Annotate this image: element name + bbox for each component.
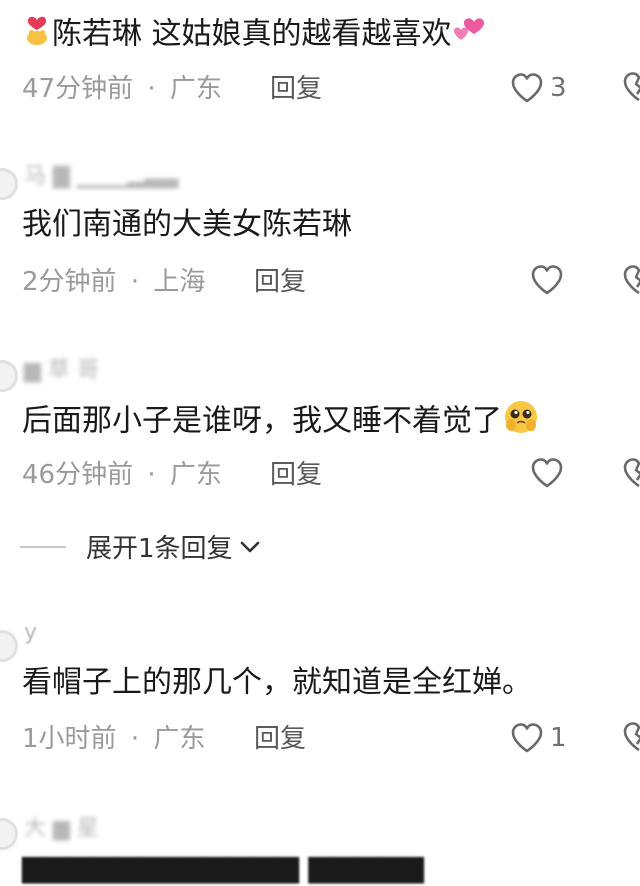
reply-button[interactable]: 回复: [254, 265, 306, 299]
avatar[interactable]: [0, 360, 18, 392]
comment-username[interactable]: ▆ 草 哥: [24, 352, 99, 384]
two-hearts-emoji: [452, 14, 486, 56]
comment-time: 46分钟前: [22, 460, 134, 490]
like-count: 3: [550, 73, 567, 103]
dislike-button[interactable]: [622, 457, 640, 493]
comment-location: 广东: [169, 460, 222, 490]
like-button[interactable]: [530, 264, 570, 296]
heart-outline-icon: [531, 265, 563, 295]
comment-meta: 47分钟前 · 广东: [22, 72, 222, 106]
chevron-down-icon: [240, 541, 259, 552]
meta-separator: ·: [130, 724, 140, 754]
dislike-button[interactable]: [622, 71, 640, 107]
expand-replies-button[interactable]: 展开1条回复: [20, 528, 263, 565]
heart-hands-emoji: [22, 14, 52, 56]
like-count: 1: [550, 723, 567, 753]
comment-username[interactable]: 马 ▇ ▁▁▁▂▃▃: [24, 158, 178, 190]
comment-meta: 46分钟前 · 广东: [22, 458, 222, 492]
dislike-button[interactable]: [622, 264, 640, 300]
expand-replies-label: 展开1条回复: [86, 534, 233, 564]
comment-text: 看帽子上的那几个，就知道是全红婵。: [22, 665, 532, 700]
broken-heart-icon: [623, 72, 640, 102]
dislike-button[interactable]: [622, 721, 640, 757]
pleading-face-emoji: [502, 398, 540, 446]
comment-text-main: 后面那小子是谁呀，我又睡不着觉了: [22, 403, 502, 439]
avatar[interactable]: [0, 168, 18, 200]
broken-heart-icon: [623, 458, 640, 488]
heart-outline-icon: [511, 73, 543, 103]
comment-username[interactable]: y: [24, 620, 37, 645]
comment-location: 上海: [153, 267, 206, 297]
reply-button[interactable]: 回复: [270, 458, 322, 492]
comment-username[interactable]: 大 ▆ 星: [24, 810, 99, 842]
avatar[interactable]: [0, 818, 18, 850]
broken-heart-icon: [623, 722, 640, 752]
comment-location: 广东: [153, 724, 206, 754]
meta-separator: ·: [147, 460, 156, 490]
comment-text-main: 陈若琳 这姑娘真的越看越喜欢: [52, 16, 452, 52]
comment-meta: 2分钟前 · 上海: [22, 265, 205, 299]
meta-separator: ·: [147, 74, 156, 104]
broken-heart-icon: [623, 265, 640, 295]
comment-text: ▆▆▆▆▆▆▆▆▆▆▆▆ ▆▆▆▆▆: [22, 849, 424, 884]
comment-text: 我们南通的大美女陈若琳: [22, 207, 352, 242]
comment-text: 陈若琳 这姑娘真的越看越喜欢: [22, 14, 486, 56]
comment-time: 47分钟前: [22, 74, 134, 104]
expand-divider: [20, 545, 66, 548]
meta-separator: ·: [130, 267, 140, 297]
comment-time: 2分钟前: [22, 267, 117, 297]
comment-location: 广东: [169, 74, 222, 104]
avatar[interactable]: [0, 630, 18, 662]
reply-button[interactable]: 回复: [270, 72, 322, 106]
like-button[interactable]: [530, 457, 570, 489]
like-button[interactable]: 3: [510, 71, 567, 105]
comment-time: 1小时前: [22, 724, 117, 754]
heart-outline-icon: [531, 458, 563, 488]
reply-button[interactable]: 回复: [254, 722, 306, 756]
like-button[interactable]: 1: [510, 721, 567, 755]
heart-outline-icon: [511, 723, 543, 753]
comment-text: 后面那小子是谁呀，我又睡不着觉了: [22, 398, 540, 446]
comment-meta: 1小时前 · 广东: [22, 722, 205, 756]
